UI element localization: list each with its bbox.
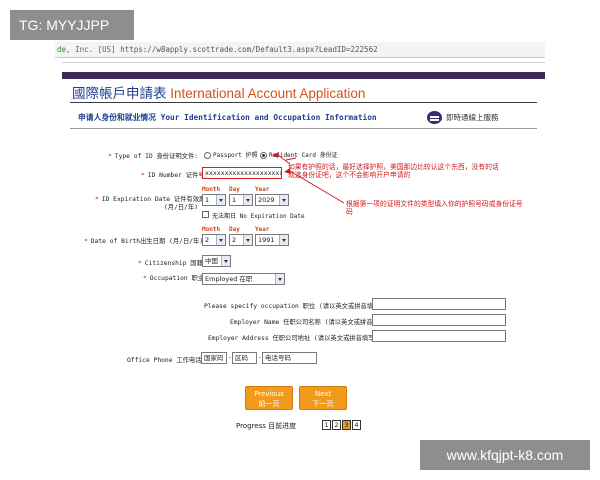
toolbar-divider (62, 62, 545, 72)
annotation-id-type: 如果有护照的话，最好选择护照，美国那边比较认这个东西，没有的话 就选身份证吧，这… (288, 163, 499, 179)
employer-address-label: Employer Address 任职公司地址 (请以英文或拼音填写) (208, 335, 379, 342)
section-header: 申请人身份和就业情况 Your Identification and Occup… (70, 103, 537, 129)
no-expiration-label: 无法期日 No Expiration Date (212, 213, 305, 220)
address-bar[interactable]: de, Inc. [US] https://w8apply.scottrade.… (55, 42, 545, 58)
chevron-down-icon[interactable] (243, 235, 252, 245)
progress-step-2: 2 (332, 420, 341, 430)
exp-year-label: Year (255, 186, 270, 193)
employer-address-input[interactable] (372, 330, 506, 342)
passport-radio[interactable]: Passport 护照 (204, 150, 258, 159)
progress-step-1: 1 (322, 420, 331, 430)
radio-icon[interactable] (204, 152, 211, 159)
url-text: https://w8apply.scottrade.com/Default3.a… (120, 45, 378, 54)
previous-button[interactable]: Previous 前一页 (245, 386, 293, 410)
chat-icon[interactable] (427, 111, 442, 124)
chevron-down-icon[interactable] (216, 195, 225, 205)
page-title: 國際帳戶申請表 International Account Applicatio… (72, 82, 365, 102)
citizenship-label: * Citizenship 国籍 (138, 260, 203, 267)
id-expiration-format: (月/日/年) (164, 204, 199, 211)
office-phone-label: Office Phone 工作电话 (127, 357, 202, 364)
id-number-input[interactable]: xxxxxxxxxxxxxxxxxxxx (202, 167, 282, 179)
phone-country-input[interactable]: 国家码 (201, 352, 227, 364)
exp-day-label: Day (229, 186, 240, 193)
id-type-label: * Type of ID 身份证明文件: (108, 153, 199, 160)
dob-month-label: Month (202, 226, 221, 233)
exp-month-select[interactable]: 1 (202, 194, 226, 206)
page-title-en: International Account Application (170, 86, 366, 101)
citizenship-select[interactable]: 中国 (202, 255, 231, 267)
dob-year-select[interactable]: 1991 (255, 234, 289, 246)
no-expiration-checkbox[interactable] (202, 211, 209, 218)
live-chat-link[interactable]: 即時通線上服務 (446, 112, 499, 123)
annotation-id-number: 根据第一项的证明文件的类型填入你的护照号码或身份证号 码 (346, 200, 523, 216)
radio-selected-icon[interactable] (260, 152, 267, 159)
header-band (62, 72, 545, 79)
dob-day-select[interactable]: 2 (229, 234, 253, 246)
watermark-bottom: www.kfqjpt-k8.com (420, 440, 590, 470)
progress-label: Progress 目前进度 (236, 422, 297, 430)
occupation-label: * Occupation 职业 (143, 275, 205, 282)
section-title: 申请人身份和就业情况 Your Identification and Occup… (78, 113, 377, 122)
exp-day-select[interactable]: 1 (229, 194, 253, 206)
site-identity: de, Inc. [US] (57, 45, 116, 54)
dob-day-label: Day (229, 226, 240, 233)
phone-number-input[interactable]: 电话号码 (262, 352, 317, 364)
specify-occupation-input[interactable] (372, 298, 506, 310)
resident-card-radio[interactable]: Resident Card 身份证 (260, 150, 338, 159)
employer-name-input[interactable] (372, 314, 506, 326)
id-number-label: * ID Number 证件号码 (141, 172, 211, 179)
watermark-top: TG: MYYJJPP (10, 10, 134, 40)
occupation-select[interactable]: Employed 在职 (202, 273, 285, 285)
chevron-down-icon[interactable] (279, 235, 288, 245)
chevron-down-icon[interactable] (221, 256, 230, 266)
dob-label: * Date of Birth出生日期 (月/日/年) (84, 238, 204, 245)
employer-name-label: Employer Name 任职公司名称 (请以英文或拼音填写) (230, 319, 389, 326)
progress-step-4: 4 (352, 420, 361, 430)
application-page: 國際帳戶申請表 International Account Applicatio… (62, 72, 545, 440)
progress-step-3: 3 (342, 420, 351, 430)
exp-month-label: Month (202, 186, 221, 193)
page-title-cn: 國際帳戶申請表 (72, 86, 167, 101)
phone-area-input[interactable]: 区码 (232, 352, 257, 364)
dob-year-label: Year (255, 226, 270, 233)
exp-year-select[interactable]: 2029 (255, 194, 289, 206)
dob-month-select[interactable]: 2 (202, 234, 226, 246)
next-button[interactable]: Next 下一页 (299, 386, 347, 410)
chevron-down-icon[interactable] (279, 195, 288, 205)
specify-occupation-label: Please specify occupation 职位 (请以英文或拼音填写) (204, 303, 384, 310)
chevron-down-icon[interactable] (243, 195, 252, 205)
chevron-down-icon[interactable] (275, 274, 284, 284)
chevron-down-icon[interactable] (216, 235, 225, 245)
